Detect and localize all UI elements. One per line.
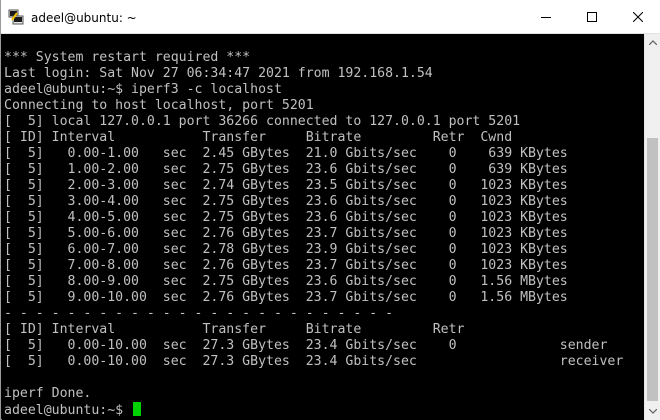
terminal-line: *** System restart required *** [4,50,251,65]
window-title: adeel@ubuntu: ~ [31,11,137,25]
text-cursor [133,402,142,416]
prompt-line[interactable]: adeel@ubuntu:~$ [4,402,623,418]
terminal-line: [ ID] Interval Transfer Bitrate Retr [4,322,465,337]
terminal-line: [ 5] 0.00-10.00 sec 27.3 GBytes 23.4 Gbi… [4,354,624,369]
maximize-icon [587,12,597,22]
putty-terminal-icon[interactable] [8,9,24,25]
terminal-line: adeel@ubuntu:~$ iperf3 -c localhost [4,82,282,97]
terminal-line: [ 5] 9.00-10.00 sec 2.76 GBytes 23.7 Gbi… [4,290,568,305]
maximize-button[interactable] [569,0,615,34]
terminal-line: iperf Done. [4,386,92,401]
close-icon [633,12,643,22]
terminal-line: [ 5] 8.00-9.00 sec 2.75 GBytes 23.6 Gbit… [4,274,568,289]
terminal-line: Connecting to host localhost, port 5201 [4,98,314,113]
terminal-line: [ ID] Interval Transfer Bitrate Retr Cwn… [4,130,513,145]
scroll-down-button[interactable] [645,403,660,420]
scroll-up-button[interactable] [645,34,660,51]
shell-prompt: adeel@ubuntu:~$ [4,403,132,418]
terminal-line: [ 5] 0.00-1.00 sec 2.45 GBytes 21.0 Gbit… [4,146,568,161]
terminal-line: [ 5] 3.00-4.00 sec 2.75 GBytes 23.6 Gbit… [4,194,568,209]
terminal-line: - - - - - - - - - - - - - - - - - - - - … [4,306,394,321]
terminal-line: [ 5] 2.00-3.00 sec 2.74 GBytes 23.5 Gbit… [4,178,568,193]
terminal-line: [ 5] 1.00-2.00 sec 2.75 GBytes 23.6 Gbit… [4,162,568,177]
terminal-line: [ 5] 4.00-5.00 sec 2.75 GBytes 23.6 Gbit… [4,210,568,225]
minimize-icon [541,17,551,18]
title-bar[interactable]: adeel@ubuntu: ~ [1,0,660,34]
terminal-line: [ 5] 5.00-6.00 sec 2.76 GBytes 23.7 Gbit… [4,226,568,241]
chevron-down-icon [649,409,657,414]
terminal-line: [ 5] 6.00-7.00 sec 2.78 GBytes 23.9 Gbit… [4,242,568,257]
close-button[interactable] [615,0,660,34]
terminal-line: [ 5] 7.00-8.00 sec 2.76 GBytes 23.7 Gbit… [4,258,568,273]
vertical-scrollbar[interactable] [644,34,660,420]
scrollbar-thumb[interactable] [647,138,658,401]
terminal-output[interactable]: *** System restart required *** Last logi… [2,34,644,420]
chevron-up-icon [649,40,657,45]
terminal-line: [ 5] 0.00-10.00 sec 27.3 GBytes 23.4 Gbi… [4,338,608,353]
terminal-lines: *** System restart required *** Last logi… [4,50,623,418]
terminal-line: Last login: Sat Nov 27 06:34:47 2021 fro… [4,66,433,81]
terminal-window: adeel@ubuntu: ~ *** System restart requi… [0,0,660,420]
terminal-line: [ 5] local 127.0.0.1 port 36266 connecte… [4,114,521,129]
minimize-button[interactable] [523,0,569,34]
